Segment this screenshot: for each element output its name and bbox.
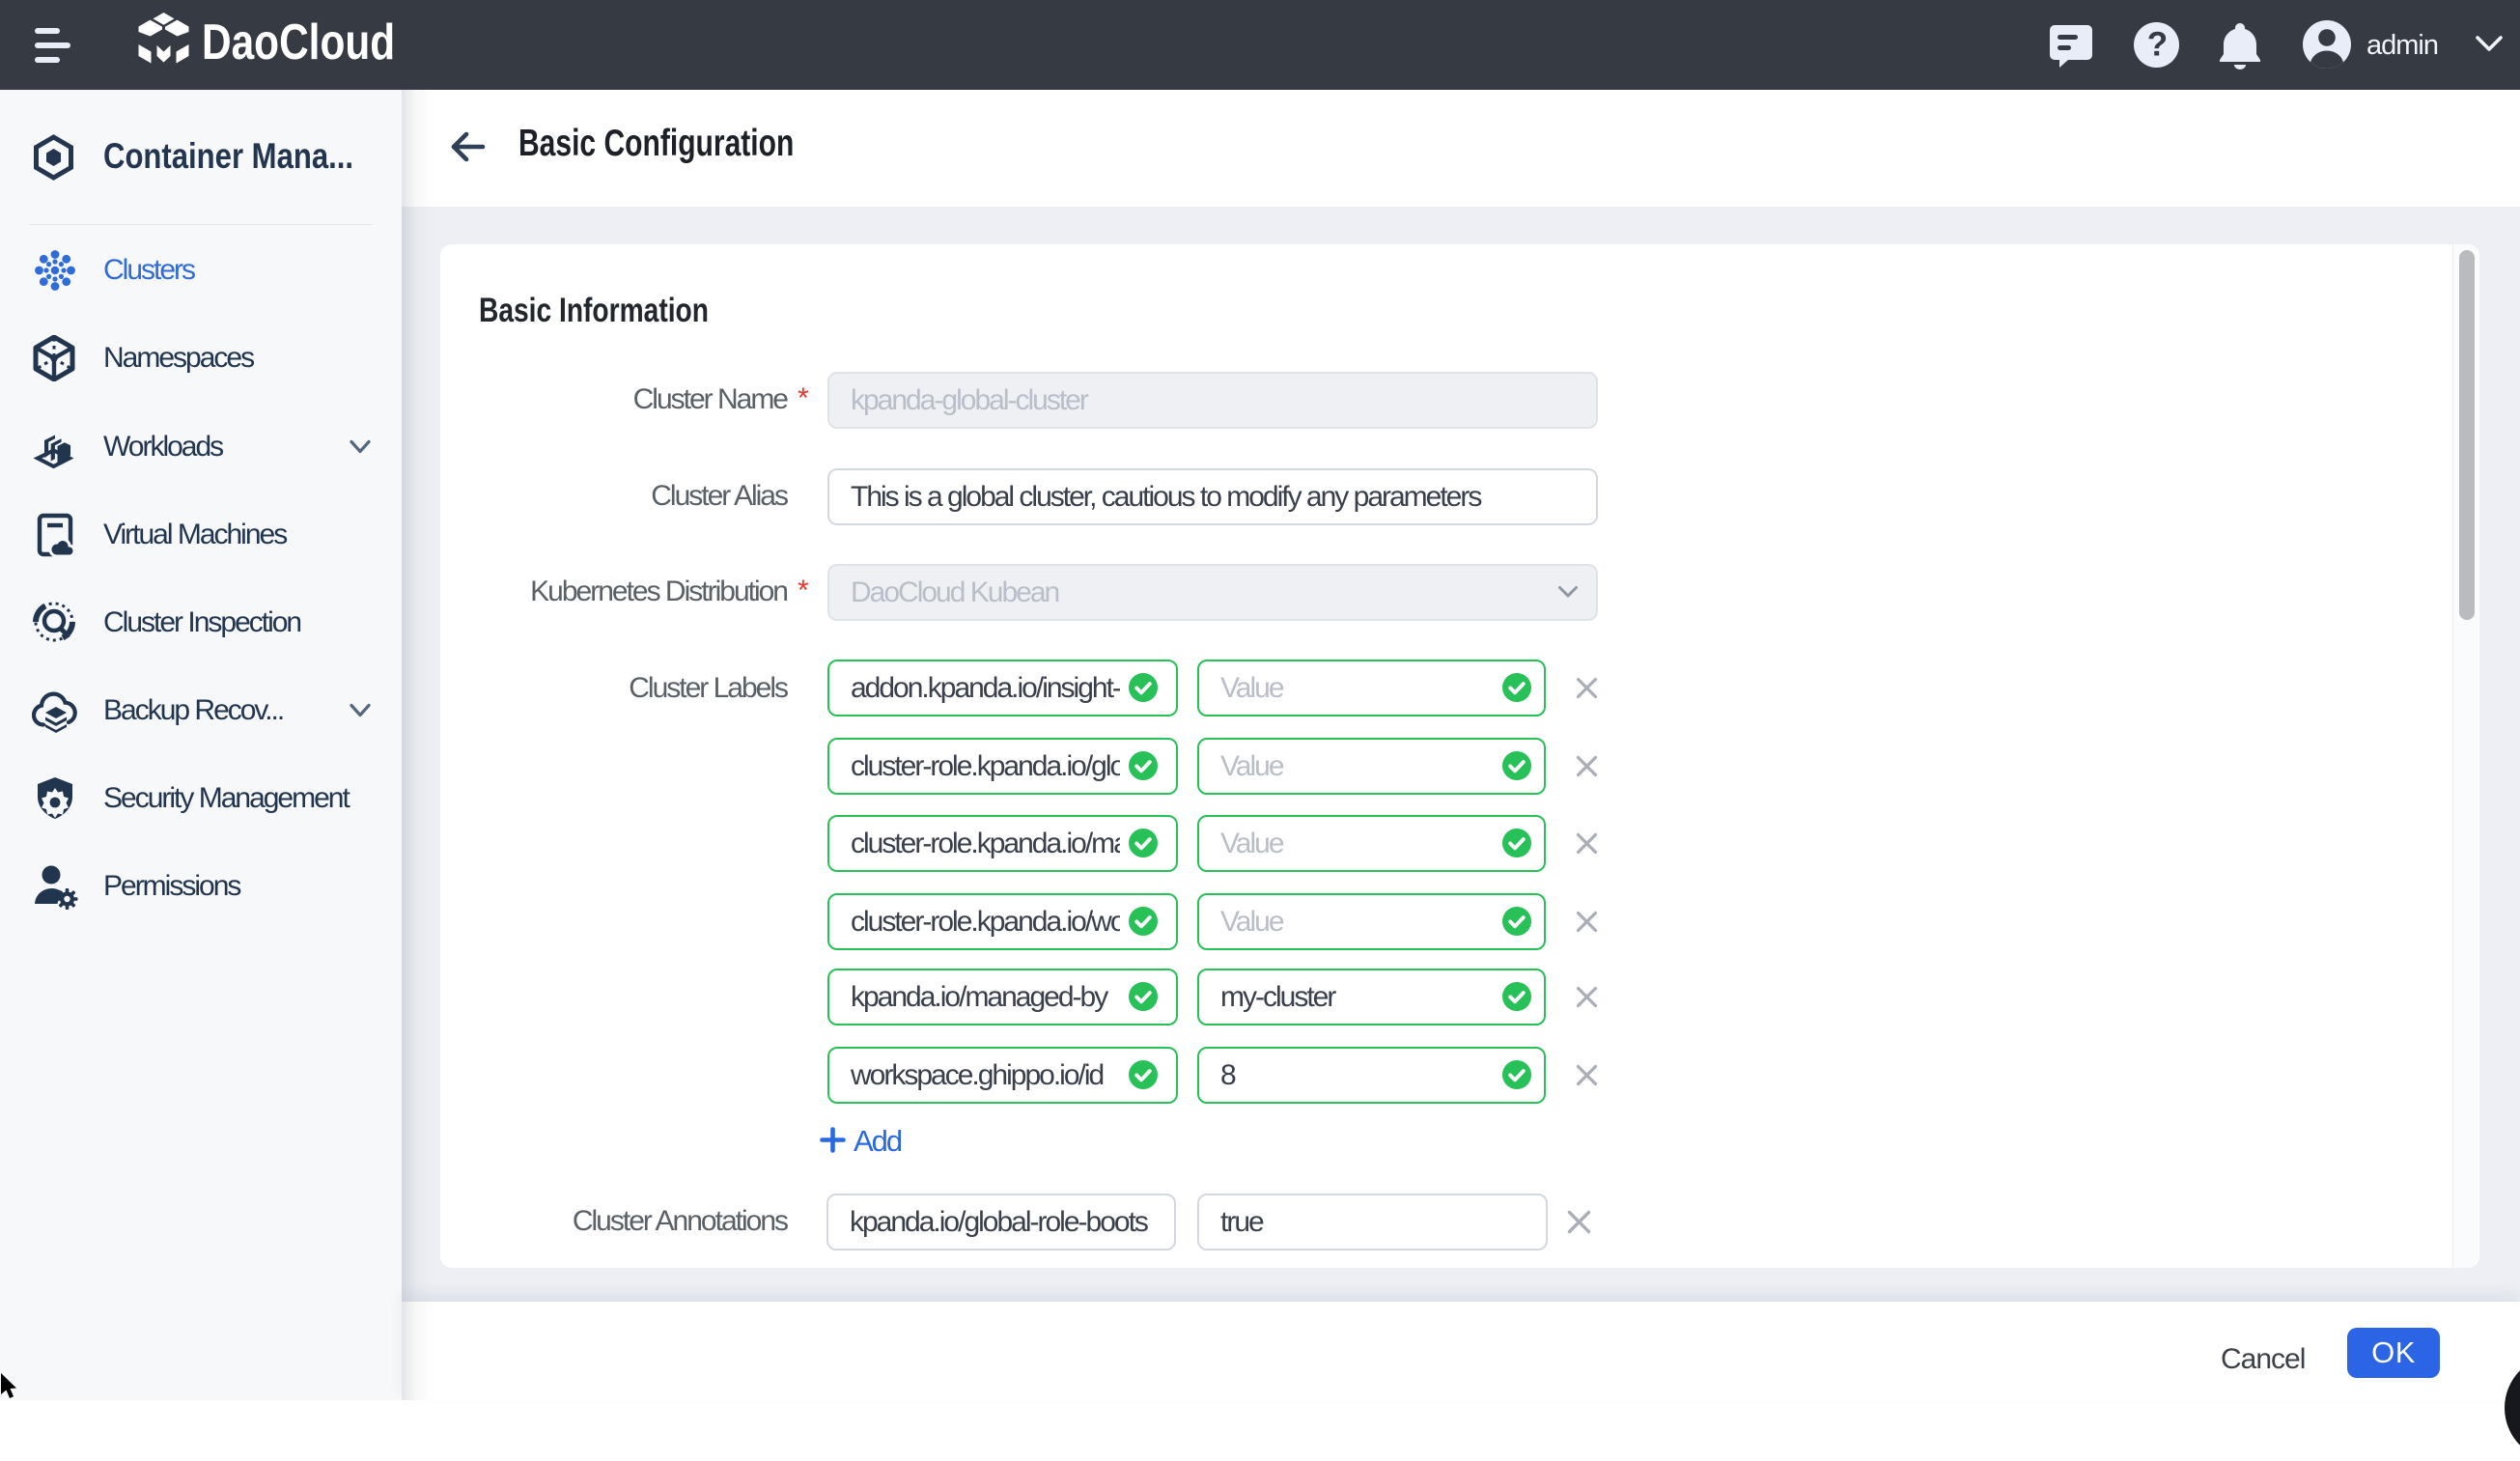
svg-text:?: ? (2147, 26, 2167, 64)
